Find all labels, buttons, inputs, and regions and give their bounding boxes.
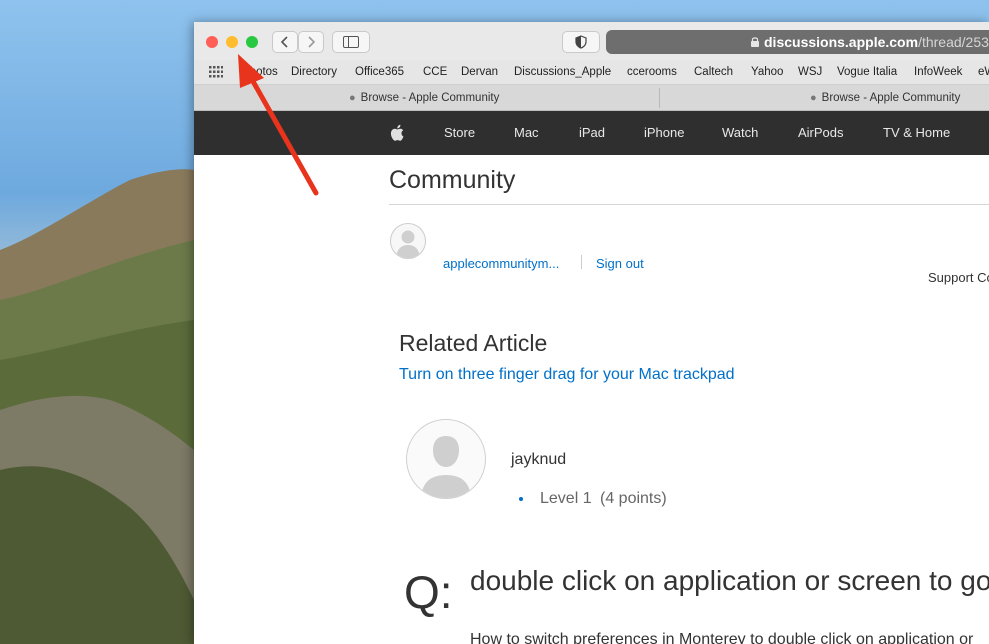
sign-out-link[interactable]: Sign out xyxy=(596,256,644,271)
bookmark-caltech[interactable]: Caltech xyxy=(694,66,733,78)
chevron-right-icon xyxy=(308,36,316,48)
question-body: How to switch preferences in Monterey to… xyxy=(470,631,974,644)
user-divider xyxy=(581,255,582,269)
bookmarks-bar: Photos Directory Office365 CCE Dervan Di… xyxy=(194,60,989,84)
bookmark-yahoo[interactable]: Yahoo xyxy=(751,66,783,78)
author-avatar[interactable] xyxy=(406,419,486,499)
tab-browse-2[interactable]: ● Browse - Apple Community xyxy=(810,85,960,111)
tab-browse-1[interactable]: ● Browse - Apple Community xyxy=(349,85,499,111)
sidebar-toggle-button[interactable] xyxy=(332,31,370,53)
sidebar-icon xyxy=(343,36,359,48)
address-bar[interactable]: discussions.apple.com/thread/25387 xyxy=(606,30,989,54)
user-avatar[interactable] xyxy=(390,223,426,259)
url-host: discussions.apple.com xyxy=(764,34,919,50)
nav-ipad[interactable]: iPad xyxy=(579,125,605,140)
nav-tv-home[interactable]: TV & Home xyxy=(883,125,950,140)
minimize-window-button[interactable] xyxy=(226,36,238,48)
browser-window: discussions.apple.com/thread/25387 Photo… xyxy=(194,22,989,644)
tab-bar: ● Browse - Apple Community ● Browse - Appl… xyxy=(194,84,989,111)
close-window-button[interactable] xyxy=(206,36,218,48)
bookmark-dervan[interactable]: Dervan xyxy=(461,66,498,78)
related-article-heading: Related Article xyxy=(399,330,548,356)
bookmark-photos[interactable]: Photos xyxy=(242,66,278,78)
bookmark-infoweek[interactable]: InfoWeek xyxy=(914,66,962,78)
bookmark-directory[interactable]: Directory xyxy=(291,66,337,78)
lock-icon xyxy=(751,37,759,47)
tab-label: Browse - Apple Community xyxy=(821,92,961,104)
chevron-left-icon xyxy=(280,36,288,48)
author-level: Level 1 xyxy=(540,490,592,507)
bookmark-vogue-italia[interactable]: Vogue Italia xyxy=(837,66,897,78)
nav-airpods[interactable]: AirPods xyxy=(798,125,844,140)
forward-button[interactable] xyxy=(298,31,324,53)
person-silhouette-icon xyxy=(421,436,471,498)
question-title: double click on application or screen to… xyxy=(470,565,989,596)
grid-apps-icon[interactable] xyxy=(209,66,223,78)
support-link[interactable]: Support Co xyxy=(928,270,989,285)
url-path: /thread/25387 xyxy=(918,34,989,50)
apple-logo-icon[interactable] xyxy=(390,124,404,141)
nav-mac[interactable]: Mac xyxy=(514,125,539,140)
level-bullet-icon xyxy=(519,497,523,501)
bookmark-ccerooms[interactable]: ccerooms xyxy=(627,66,677,78)
title-divider xyxy=(389,204,989,205)
nav-watch[interactable]: Watch xyxy=(722,125,758,140)
nav-iphone[interactable]: iPhone xyxy=(644,125,684,140)
browser-toolbar: discussions.apple.com/thread/25387 xyxy=(194,22,989,60)
community-title[interactable]: Community xyxy=(389,166,515,195)
author-points: (4 points) xyxy=(600,490,667,507)
tab-label: Browse - Apple Community xyxy=(360,92,500,104)
author-name[interactable]: jayknud xyxy=(511,451,566,469)
page-content: Community applecommunitym... Sign out Su… xyxy=(194,155,989,644)
apple-logo-icon: ● xyxy=(349,92,356,104)
bookmark-discussions-apple[interactable]: Discussions_Apple xyxy=(514,66,611,78)
apple-logo-icon: ● xyxy=(810,92,817,104)
question-marker: Q: xyxy=(404,566,453,618)
bookmark-cce[interactable]: CCE xyxy=(423,66,447,78)
back-button[interactable] xyxy=(272,31,298,53)
username-link[interactable]: applecommunitym... xyxy=(443,256,559,271)
apple-global-nav: Store Mac iPad iPhone Watch AirPods TV &… xyxy=(194,111,989,155)
bookmark-office365[interactable]: Office365 xyxy=(355,66,404,78)
related-article-link[interactable]: Turn on three finger drag for your Mac t… xyxy=(399,366,735,384)
privacy-shield-button[interactable] xyxy=(562,31,600,53)
shield-icon xyxy=(575,35,587,49)
zoom-window-button[interactable] xyxy=(246,36,258,48)
bookmark-ew[interactable]: eW xyxy=(978,66,989,78)
nav-store[interactable]: Store xyxy=(444,125,475,140)
bookmark-wsj[interactable]: WSJ xyxy=(798,66,822,78)
person-silhouette-icon xyxy=(396,230,420,258)
